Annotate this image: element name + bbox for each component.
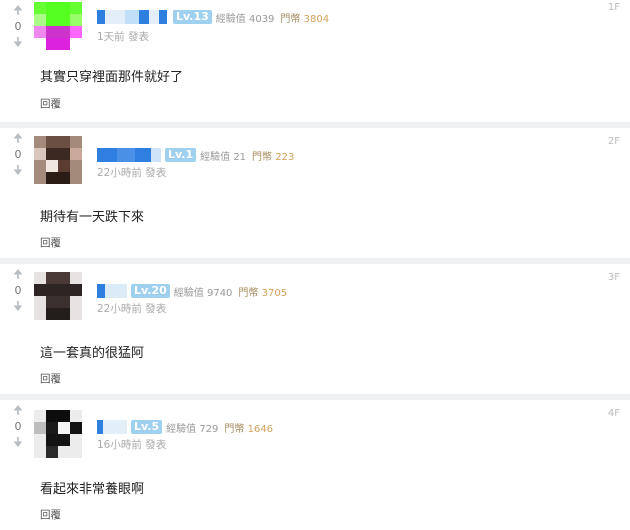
comment-text: 看起來非常養眼啊	[40, 482, 145, 497]
arrow-up-icon[interactable]: 🠉	[8, 132, 28, 144]
user-meta: Lv.1 經驗值 21 門幣 223	[97, 146, 294, 164]
vote-count: 0	[14, 148, 22, 161]
post-time: 22小時前 發表	[97, 303, 167, 315]
exp-text: 經驗值 21	[200, 151, 247, 163]
exp-text: 經驗值 729	[166, 423, 219, 435]
level-badge: Lv.13	[173, 10, 212, 24]
exp-text: 經驗值 4039	[215, 13, 275, 25]
username-blurred[interactable]	[97, 148, 161, 162]
vote-count: 0	[14, 20, 22, 33]
floor-number: 3F	[607, 272, 620, 283]
level-badge: Lv.1	[165, 148, 197, 162]
arrow-up-icon[interactable]: 🠉	[8, 268, 28, 280]
comment-text: 其實只穿裡面那件就好了	[40, 70, 184, 85]
arrow-down-icon[interactable]: 🠋	[8, 436, 28, 448]
arrow-up-icon[interactable]: 🠉	[8, 404, 28, 416]
gp-text: 門幣 223	[252, 151, 295, 163]
reply-button[interactable]: 回覆	[40, 96, 61, 111]
comment-1: 🠉 0 🠋 Lv.13 經驗值 4039 門幣 3804 1天前 發表 1F 其…	[0, 0, 630, 122]
user-meta: Lv.5 經驗值 729 門幣 1646	[97, 418, 273, 436]
user-meta: Lv.20 經驗值 9740 門幣 3705	[97, 282, 287, 300]
reply-button[interactable]: 回覆	[40, 235, 61, 250]
arrow-down-icon[interactable]: 🠋	[8, 36, 28, 48]
vote-box: 🠉 0 🠋	[8, 4, 28, 48]
comment-2: 🠉 0 🠋 Lv.1 經驗值 21 門幣 223 22小時前 發表 2F 期待有…	[0, 128, 630, 250]
comment-3: 🠉 0 🠋 Lv.20 經驗值 9740 門幣 3705 22小時前 發表 3F…	[0, 264, 630, 386]
username-blurred[interactable]	[97, 284, 127, 298]
floor-number: 1F	[607, 2, 620, 13]
vote-count: 0	[14, 284, 22, 297]
floor-number: 2F	[607, 136, 620, 147]
level-badge: Lv.5	[131, 420, 163, 434]
floor-number: 4F	[607, 408, 620, 419]
level-badge: Lv.20	[131, 284, 170, 298]
vote-box: 🠉 0 🠋	[8, 268, 28, 312]
post-time: 16小時前 發表	[97, 439, 167, 451]
avatar[interactable]	[34, 410, 82, 458]
vote-box: 🠉 0 🠋	[8, 132, 28, 176]
reply-button[interactable]: 回覆	[40, 371, 61, 386]
gp-text: 門幣 3804	[280, 13, 330, 25]
comment-text: 這一套真的很猛阿	[40, 346, 145, 361]
post-time: 22小時前 發表	[97, 167, 167, 179]
gp-text: 門幣 1646	[224, 423, 274, 435]
username-blurred[interactable]	[97, 420, 127, 434]
avatar[interactable]	[34, 272, 82, 320]
exp-text: 經驗值 9740	[173, 287, 233, 299]
username-blurred[interactable]	[97, 10, 169, 24]
vote-box: 🠉 0 🠋	[8, 404, 28, 448]
vote-count: 0	[14, 420, 22, 433]
arrow-up-icon[interactable]: 🠉	[8, 4, 28, 16]
post-time: 1天前 發表	[97, 31, 150, 43]
reply-button[interactable]: 回覆	[40, 507, 61, 522]
gp-text: 門幣 3705	[238, 287, 288, 299]
comment-text: 期待有一天跌下來	[40, 210, 145, 225]
comment-4: 🠉 0 🠋 Lv.5 經驗值 729 門幣 1646 16小時前 發表 4F 看…	[0, 400, 630, 522]
user-meta: Lv.13 經驗值 4039 門幣 3804	[97, 8, 329, 26]
avatar[interactable]	[34, 136, 82, 184]
arrow-down-icon[interactable]: 🠋	[8, 164, 28, 176]
arrow-down-icon[interactable]: 🠋	[8, 300, 28, 312]
avatar[interactable]	[34, 2, 82, 50]
